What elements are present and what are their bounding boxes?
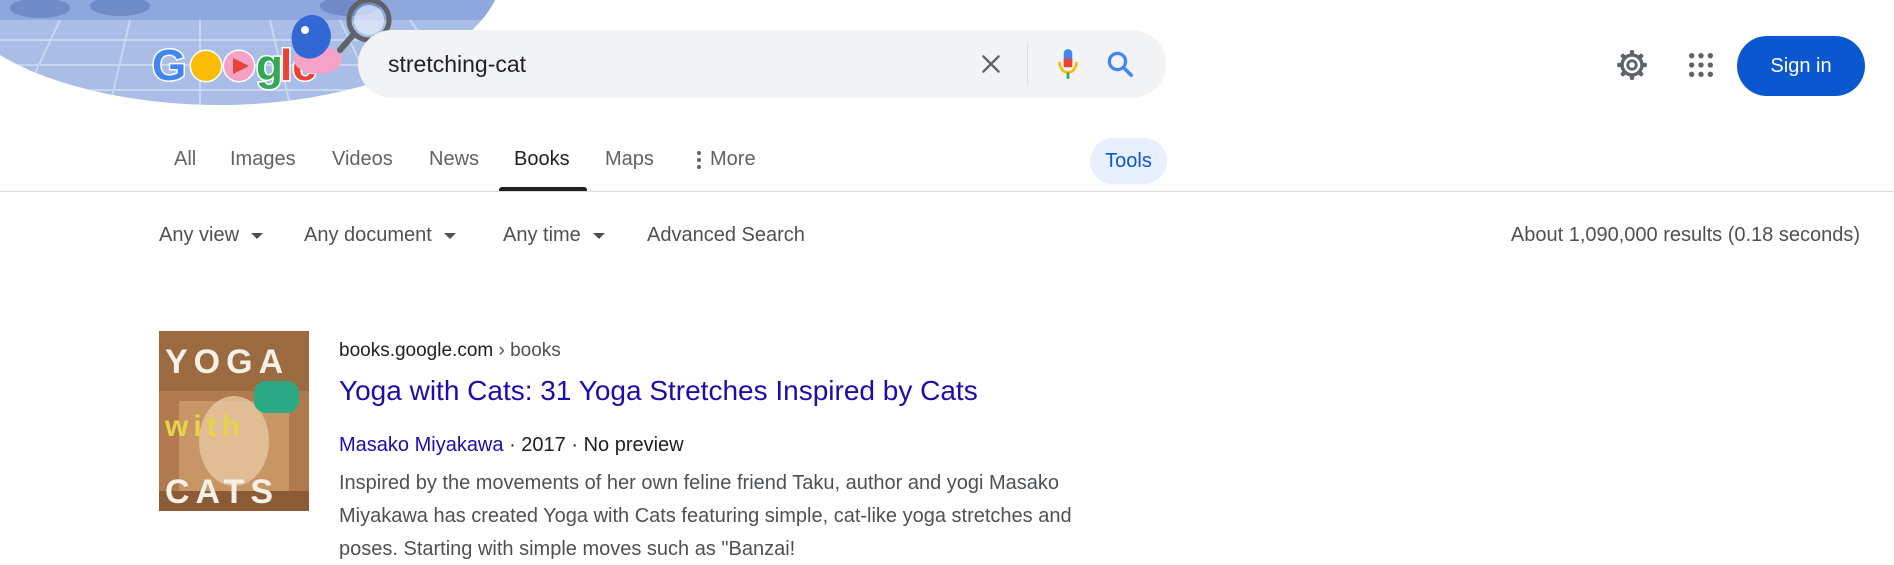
tab-all[interactable]: All xyxy=(174,148,196,171)
results-stats: About 1,090,000 results (0.18 seconds) xyxy=(1510,224,1860,246)
google-apps-button[interactable] xyxy=(1681,45,1721,85)
tab-books[interactable]: Books xyxy=(514,148,570,171)
result-domain: books.google.com xyxy=(339,340,494,361)
book-cover-thumbnail[interactable]: YOGA with CATS xyxy=(159,331,309,511)
settings-button[interactable] xyxy=(1612,45,1652,85)
gear-icon xyxy=(1617,50,1647,80)
result-meta: Masako Miyakawa · 2017 · No preview xyxy=(339,434,684,457)
filter-document-dropdown[interactable]: Any document xyxy=(304,224,456,247)
tools-button[interactable]: Tools xyxy=(1090,138,1167,184)
search-icon xyxy=(1107,51,1133,77)
tabs-divider xyxy=(0,191,1894,192)
filter-view-label: Any view xyxy=(159,224,240,246)
result-snippet: Inspired by the movements of her own fel… xyxy=(339,472,1072,560)
filter-document-label: Any document xyxy=(304,224,432,246)
search-button[interactable] xyxy=(1100,44,1140,84)
cover-title-line1: YOGA xyxy=(165,343,289,381)
cover-title-line3: CATS xyxy=(165,473,279,511)
preview-status: No preview xyxy=(583,434,684,456)
advanced-search-label: Advanced Search xyxy=(647,224,805,246)
tab-more[interactable]: More xyxy=(696,148,756,171)
svg-text:G: G xyxy=(152,41,186,90)
search-box xyxy=(358,30,1166,98)
sign-in-button[interactable]: Sign in xyxy=(1737,36,1865,96)
filter-view-dropdown[interactable]: Any view xyxy=(159,224,264,247)
search-divider xyxy=(1027,43,1028,85)
chevron-down-icon xyxy=(592,232,605,239)
filter-time-label: Any time xyxy=(503,224,581,246)
search-tabs: All Images Videos News Books Maps More T… xyxy=(0,134,1894,191)
result-url[interactable]: books.google.com › books xyxy=(339,340,561,362)
cover-title-line2: with xyxy=(164,410,245,443)
more-label: More xyxy=(710,148,756,170)
apps-grid-icon xyxy=(1688,52,1714,78)
result-path: › books xyxy=(493,340,561,361)
svg-text:g: g xyxy=(256,41,283,90)
tab-videos[interactable]: Videos xyxy=(332,148,393,171)
tab-maps[interactable]: Maps xyxy=(605,148,654,171)
more-vert-icon xyxy=(697,150,701,169)
voice-search-button[interactable] xyxy=(1048,44,1088,84)
close-icon xyxy=(982,55,1000,73)
tab-images[interactable]: Images xyxy=(230,148,296,171)
microphone-icon xyxy=(1058,49,1078,79)
meta-separator: · xyxy=(509,434,522,456)
advanced-search-link[interactable]: Advanced Search xyxy=(647,224,805,247)
chevron-down-icon xyxy=(443,232,456,239)
author-link[interactable]: Masako Miyakawa xyxy=(339,434,504,456)
chevron-down-icon xyxy=(251,232,264,239)
clear-search-button[interactable] xyxy=(973,46,1009,82)
publication-year: 2017 xyxy=(521,434,566,456)
result-title-link[interactable]: Yoga with Cats: 31 Yoga Stretches Inspir… xyxy=(339,375,978,407)
meta-separator: · xyxy=(571,434,584,456)
search-input[interactable] xyxy=(388,30,948,98)
filter-time-dropdown[interactable]: Any time xyxy=(503,224,605,247)
tab-news[interactable]: News xyxy=(429,148,479,171)
